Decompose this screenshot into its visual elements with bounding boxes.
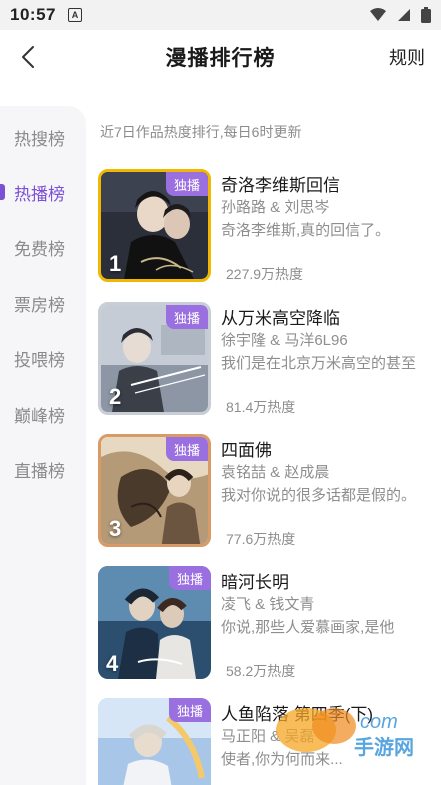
item-title: 暗河长明 [221,573,289,592]
sidebar-item-label: 热搜榜 [14,129,65,149]
sidebar-item-feed[interactable]: 投喂榜 [0,338,86,378]
sidebar-item-peak[interactable]: 巅峰榜 [0,394,86,434]
cover-image: 独播 2 [98,302,211,415]
exclusive-badge: 独播 [169,698,211,722]
rules-button[interactable]: 规则 [389,44,425,70]
back-button[interactable] [14,43,42,71]
notification-icon: A [67,8,82,22]
exclusive-badge: 独播 [166,172,208,196]
item-heat: 227.9万热度 [226,266,304,282]
item-info: 从万米高空降临 徐宇隆 & 马洋6L96 我们是在北京万米高空的甚至 81.4万… [221,302,433,415]
item-heat: 77.6万热度 [226,531,296,547]
item-authors: 马正阳 & 吴磊 [221,728,315,745]
item-description: 使者,你为何而来... [221,751,343,768]
signal-icon [398,9,410,21]
sidebar-item-label: 热播榜 [14,184,65,204]
exclusive-badge: 独播 [166,305,208,329]
sidebar-item-label: 直播榜 [14,461,65,481]
ranking-item[interactable]: 独播 2 从万米高空降临 徐宇隆 & 马洋6L96 我们是在北京万米高空的甚至 … [98,302,434,416]
ranking-subtitle: 近7日作品热度排行,每日6时更新 [100,124,302,140]
rank-number: 1 [109,251,122,276]
item-description: 你说,那些人爱慕画家,是他 [221,619,395,636]
header: 漫播排行榜 规则 [0,30,441,84]
ranking-item[interactable]: 独播 3 四面佛 袁铭喆 & 赵成晨 我对你说的很多话都是假的。 77.6万热度 [98,434,434,548]
item-authors: 袁铭喆 & 赵成晨 [221,464,330,481]
wifi-icon [370,8,386,21]
sidebar-item-label: 投喂榜 [14,350,65,370]
item-info: 奇洛李维斯回信 孙路路 & 刘思岑 奇洛李维斯,真的回信了。 227.9万热度 [221,169,433,282]
item-title: 从万米高空降临 [221,309,340,328]
exclusive-badge: 独播 [166,437,208,461]
item-description: 我对你说的很多话都是假的。 [221,487,417,504]
rank-number: 4 [106,651,119,676]
cover-image: 独播 [98,698,211,785]
sidebar-item-label: 免费榜 [14,239,65,259]
page-title: 漫播排行榜 [165,47,276,70]
cover-image: 独播 4 [98,566,211,679]
chevron-left-icon [22,46,34,68]
status-icons [369,7,431,23]
ranking-item[interactable]: 独播 人鱼陷落 第四季(下) 马正阳 & 吴磊 使者,你为何而来... [98,698,434,785]
rank-number: 3 [109,516,122,541]
item-authors: 孙路路 & 刘思岑 [221,199,330,216]
sidebar-item-hot-search[interactable]: 热搜榜 [0,117,86,157]
status-bar: 10:57 A [0,0,441,30]
sidebar-item-box-office[interactable]: 票房榜 [0,283,86,323]
rank-number: 2 [109,384,122,409]
sidebar-item-hot-play[interactable]: 热播榜 [0,172,86,212]
item-authors: 凌飞 & 钱文青 [221,596,315,613]
ranking-item[interactable]: 独播 1 奇洛李维斯回信 孙路路 & 刘思岑 奇洛李维斯,真的回信了。 227.… [98,169,434,283]
exclusive-badge: 独播 [169,566,211,590]
sidebar-item-free[interactable]: 免费榜 [0,227,86,267]
item-description: 我们是在北京万米高空的甚至 [221,355,417,372]
status-time: 10:57 [10,5,56,24]
sidebar-item-live[interactable]: 直播榜 [0,449,86,489]
item-title: 人鱼陷落 第四季(下) [221,705,374,724]
item-heat: 81.4万热度 [226,399,296,415]
item-heat: 58.2万热度 [226,663,296,679]
sidebar-item-label: 巅峰榜 [14,406,65,426]
active-indicator [0,184,5,200]
sidebar-item-label: 票房榜 [14,295,65,315]
item-info: 四面佛 袁铭喆 & 赵成晨 我对你说的很多话都是假的。 77.6万热度 [221,434,433,547]
item-authors: 徐宇隆 & 马洋6L96 [221,332,348,349]
battery-icon [421,7,431,23]
item-description: 奇洛李维斯,真的回信了。 [221,222,391,239]
sidebar: 热搜榜 热播榜 免费榜 票房榜 投喂榜 巅峰榜 直播榜 [0,106,86,785]
item-info: 暗河长明 凌飞 & 钱文青 你说,那些人爱慕画家,是他 58.2万热度 [221,566,433,679]
item-title: 奇洛李维斯回信 [221,176,340,195]
cover-image: 独播 1 [98,169,211,282]
ranking-item[interactable]: 独播 4 暗河长明 凌飞 & 钱文青 你说,那些人爱慕画家,是他 58.2万热度 [98,566,434,680]
item-info: 人鱼陷落 第四季(下) 马正阳 & 吴磊 使者,你为何而来... [221,698,433,785]
cover-image: 独播 3 [98,434,211,547]
item-title: 四面佛 [221,441,272,460]
